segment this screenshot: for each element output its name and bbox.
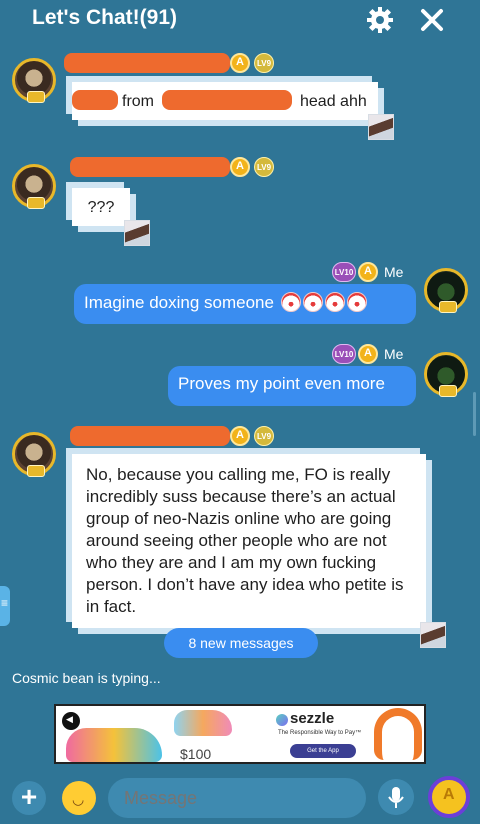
- gear-icon[interactable]: [366, 6, 394, 34]
- message-text: No, because you calling me, FO is really…: [86, 465, 404, 616]
- bubble-frame-sticker: [368, 114, 394, 140]
- title-badge-icon: [230, 426, 250, 446]
- side-drawer-tab[interactable]: [0, 586, 10, 626]
- clown-emoji-icon: [302, 292, 323, 312]
- message-text: ???: [87, 199, 115, 216]
- add-attachment-button[interactable]: +: [12, 781, 46, 815]
- avatar-frame-badge: [27, 197, 45, 209]
- incoming-message-bubble[interactable]: ???: [72, 188, 130, 226]
- me-label: Me: [384, 264, 404, 280]
- my-avatar[interactable]: [424, 268, 468, 313]
- redacted-username: [70, 426, 230, 446]
- level-badge: LV9: [254, 53, 274, 73]
- outgoing-message-bubble[interactable]: Proves my point even more: [168, 366, 416, 406]
- redacted-text: [72, 90, 118, 110]
- redacted-username: [70, 157, 230, 177]
- ad-banner[interactable]: $100 sezzle The Responsible Way to Pay™ …: [54, 704, 426, 764]
- sender-avatar[interactable]: [12, 432, 56, 477]
- chat-header: Let's Chat!(91): [0, 0, 480, 40]
- mute-icon[interactable]: [62, 712, 80, 730]
- incoming-message-bubble[interactable]: No, because you calling me, FO is really…: [72, 454, 426, 628]
- redacted-text: [162, 90, 292, 110]
- headphones-image: [374, 708, 422, 760]
- message-text-fragment: head ahh: [300, 93, 367, 110]
- level-badge: LV9: [254, 157, 274, 177]
- ad-brand: sezzle: [290, 710, 335, 727]
- title-badge-icon: [230, 53, 250, 73]
- clown-emoji-icon: [280, 292, 301, 312]
- scrollbar[interactable]: [473, 392, 476, 436]
- chat-title: Let's Chat!(91): [32, 6, 178, 29]
- new-messages-button[interactable]: 8 new messages: [164, 628, 318, 658]
- avatar-frame-badge: [27, 465, 45, 477]
- level-badge: LV10: [332, 344, 356, 364]
- close-icon[interactable]: [418, 6, 446, 34]
- bubble-frame-sticker: [420, 622, 446, 648]
- title-badge-icon: [358, 262, 378, 282]
- level-badge: LV9: [254, 426, 274, 446]
- avatar-frame-badge: [439, 301, 457, 313]
- message-text: Imagine doxing someone: [84, 293, 274, 312]
- typing-indicator: Cosmic bean is typing...: [12, 670, 161, 686]
- clown-emoji-icon: [324, 292, 345, 312]
- me-label: Me: [384, 346, 404, 362]
- shoe-image: [174, 710, 232, 736]
- emoji-icon[interactable]: [62, 781, 96, 815]
- coin-icon[interactable]: [428, 776, 470, 818]
- message-input[interactable]: [108, 778, 366, 818]
- my-avatar[interactable]: [424, 352, 468, 397]
- message-text-fragment: from: [122, 93, 154, 110]
- level-badge: LV10: [332, 262, 356, 282]
- title-badge-icon: [358, 344, 378, 364]
- outgoing-message-bubble[interactable]: Imagine doxing someone: [74, 284, 416, 324]
- clown-emoji-icon: [346, 292, 367, 312]
- sender-avatar[interactable]: [12, 58, 56, 103]
- sender-avatar[interactable]: [12, 164, 56, 209]
- bubble-frame-sticker: [124, 220, 150, 246]
- avatar-frame-badge: [27, 91, 45, 103]
- sezzle-logo-icon: [276, 714, 288, 726]
- title-badge-icon: [230, 157, 250, 177]
- ad-price: $100: [180, 746, 212, 762]
- avatar-frame-badge: [439, 385, 457, 397]
- ad-tagline: The Responsible Way to Pay™: [278, 730, 362, 736]
- message-text: Proves my point even more: [178, 374, 385, 393]
- microphone-icon[interactable]: [378, 779, 414, 815]
- redacted-username: [64, 53, 230, 73]
- shoe-image: [66, 728, 162, 762]
- ad-cta-button[interactable]: Get the App: [290, 744, 356, 758]
